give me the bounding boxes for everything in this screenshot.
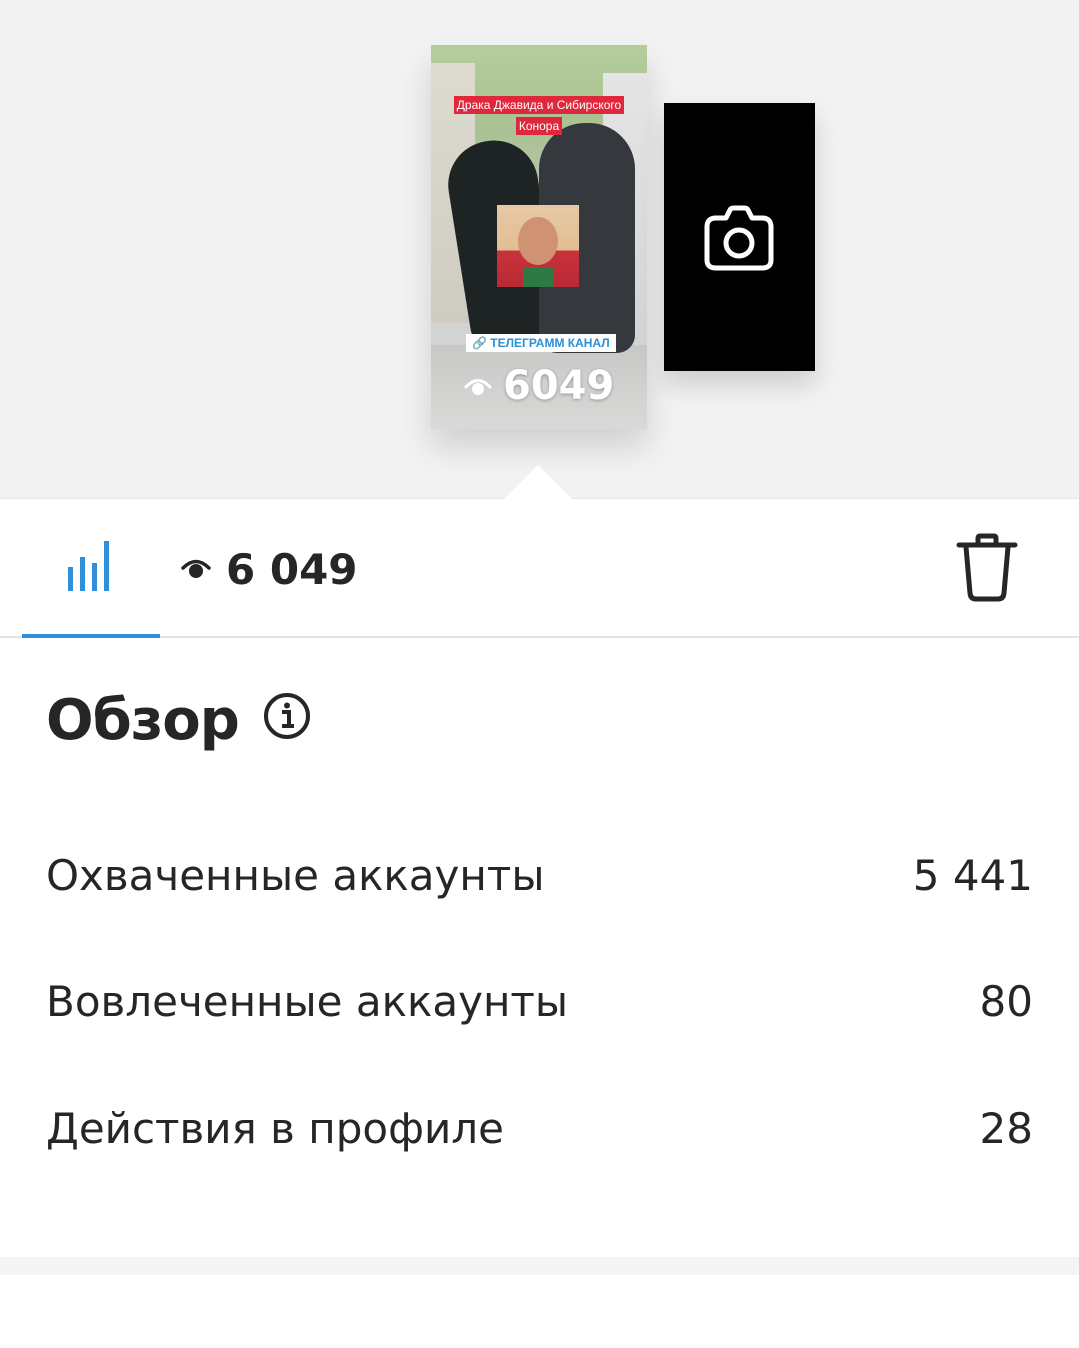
metric-row-accounts-reached[interactable]: Охваченные аккаунты 5 441 [46,845,1033,905]
story-title: Драка Джавида и Сибирского Конора [453,95,625,137]
overview-title: Обзор [46,688,240,753]
section-divider [0,1257,1079,1275]
story-views-count: 6049 [503,363,615,409]
metric-row-accounts-engaged[interactable]: Вовлеченные аккаунты 80 [46,971,1033,1031]
insights-tab-bar: 6 049 [0,499,1079,638]
info-icon[interactable] [263,692,311,740]
story-views-overlay: 6049 [463,363,614,409]
views-count: 6 049 [226,544,358,594]
story-thumbnail[interactable]: Драка Джавида и Сибирского Конора 🔗 ТЕЛЕ… [431,45,647,429]
story-title-line: Конора [515,117,563,135]
story-inset-video [497,205,579,287]
metric-value: 28 [979,1103,1033,1153]
selected-story-pointer [504,465,572,499]
add-story-card[interactable] [664,103,815,371]
metric-row-profile-activity[interactable]: Действия в профиле 28 [46,1098,1033,1158]
tab-viewers[interactable]: 6 049 [180,539,358,599]
metric-value: 5 441 [912,850,1033,900]
story-link-label: ТЕЛЕГРАММ КАНАЛ [490,336,610,350]
overview-header: Обзор [46,688,311,753]
camera-icon [704,205,774,271]
trash-icon [956,533,1018,602]
delete-button[interactable] [955,533,1019,608]
story-preview-area: Драка Джавида и Сибирского Конора 🔗 ТЕЛЕ… [0,0,1079,499]
tab-insights[interactable] [22,499,160,638]
story-link-sticker: 🔗 ТЕЛЕГРАММ КАНАЛ [466,334,616,352]
bar-chart-icon [68,541,109,591]
metric-label: Вовлеченные аккаунты [46,976,569,1026]
story-title-line: Драка Джавида и Сибирского [453,96,625,114]
metric-value: 80 [979,976,1033,1026]
eye-icon [464,379,492,395]
eye-icon [181,559,211,578]
metric-label: Действия в профиле [46,1103,504,1153]
link-icon: 🔗 [472,336,487,350]
active-tab-indicator [22,634,160,638]
metric-label: Охваченные аккаунты [46,850,545,900]
